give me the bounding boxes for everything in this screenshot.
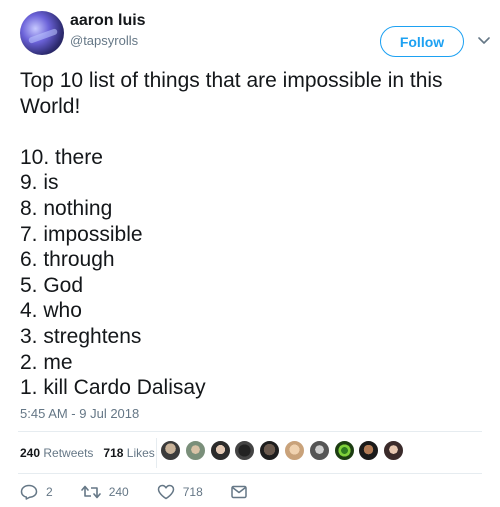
reply-count: 2 (46, 485, 53, 499)
tweet-header: aaron luis @tapsyrolls Follow (18, 11, 490, 57)
list-item: 7. impossible (20, 222, 143, 246)
retweet-button[interactable]: 240 (80, 484, 129, 500)
user-handle[interactable]: @tapsyrolls (70, 33, 138, 48)
reply-icon (20, 484, 38, 500)
user-name[interactable]: aaron luis (70, 12, 146, 30)
liker-avatar[interactable] (209, 440, 231, 461)
tweet-actions: 2 240 718 (20, 482, 283, 502)
message-button[interactable] (231, 485, 255, 499)
liker-avatar[interactable] (184, 440, 206, 461)
likes-count: 718 (103, 446, 124, 460)
timestamp[interactable]: 5:45 AM - 9 Jul 2018 (20, 406, 139, 421)
retweets-count: 240 (20, 446, 41, 460)
liker-avatar[interactable] (383, 440, 405, 461)
tweet-intro-line: Top 10 list of things that are impossibl… (20, 69, 443, 92)
avatar[interactable] (20, 11, 64, 55)
retweet-count: 240 (108, 485, 129, 499)
liker-avatars (160, 440, 408, 464)
tweet-card: aaron luis @tapsyrolls Follow Top 10 lis… (0, 0, 500, 507)
like-icon (157, 484, 174, 500)
list-item: 3. streghtens (20, 324, 142, 348)
tweet-stats: 240 Retweets 718 Likes (20, 438, 165, 468)
message-icon (231, 485, 247, 499)
list-item: 2. me (20, 350, 73, 374)
list-item: 10. there (20, 145, 103, 169)
retweets-label: Retweets (43, 446, 94, 460)
list-item: 4. who (20, 299, 82, 323)
like-count: 718 (182, 485, 203, 499)
tweet-text: Top 10 list of things that are impossibl… (20, 68, 490, 401)
reply-button[interactable]: 2 (20, 484, 53, 500)
liker-avatar[interactable] (308, 440, 330, 461)
chevron-down-icon[interactable] (478, 35, 490, 47)
like-button[interactable]: 718 (157, 484, 203, 500)
divider (18, 431, 482, 432)
list-item: 8. nothing (20, 196, 113, 220)
liker-avatar[interactable] (160, 440, 181, 461)
list-item: 9. is (20, 171, 59, 195)
liker-avatar[interactable] (358, 440, 380, 461)
liker-avatar[interactable] (259, 440, 281, 461)
follow-button[interactable]: Follow (380, 26, 464, 57)
divider (18, 473, 482, 474)
liker-avatar[interactable] (234, 440, 256, 461)
list-item: 6. through (20, 248, 115, 272)
likes-label: Likes (126, 446, 155, 460)
list-item: 5. God (20, 273, 84, 297)
stats-separator (156, 438, 157, 468)
liker-avatar[interactable] (333, 440, 355, 461)
list-item: 1. kill Cardo Dalisay (20, 376, 206, 400)
likes-stat[interactable]: 718 Likes (103, 446, 154, 460)
tweet-intro-line: World! (20, 94, 81, 118)
retweets-stat[interactable]: 240 Retweets (20, 446, 93, 460)
liker-avatar[interactable] (283, 440, 305, 461)
retweet-icon (80, 485, 101, 499)
